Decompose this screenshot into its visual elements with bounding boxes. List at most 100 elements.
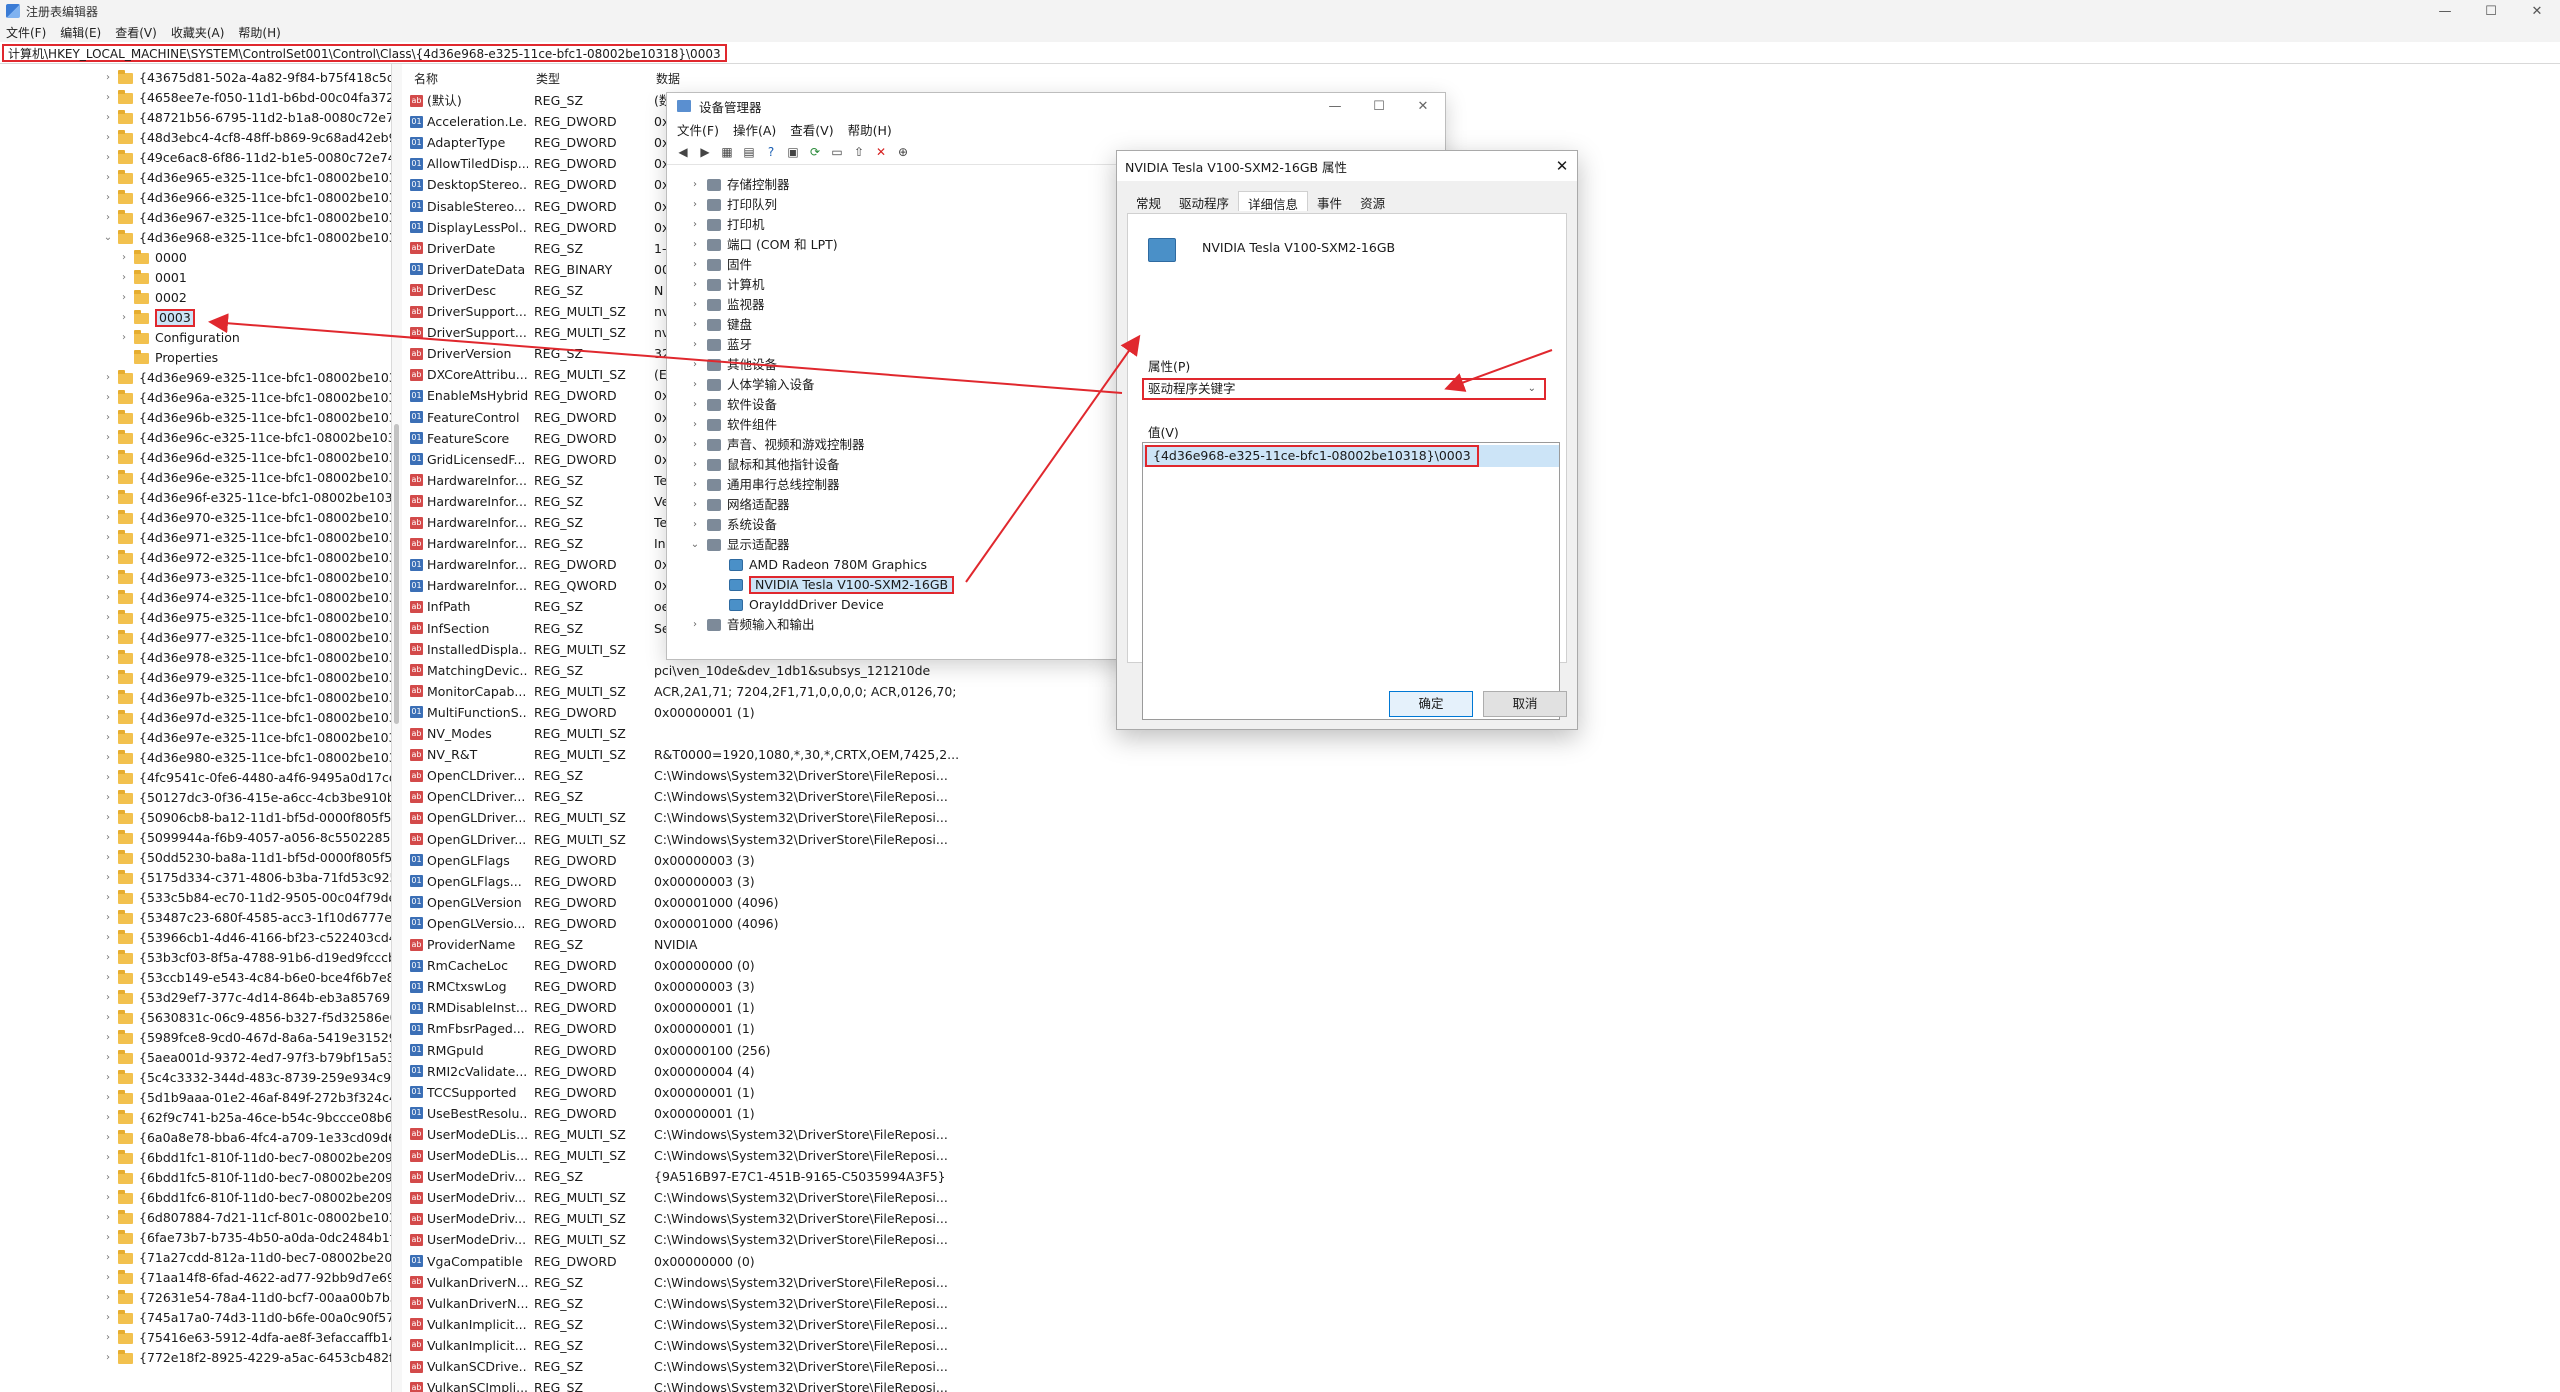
tree-scrollbar[interactable] [392, 64, 402, 1392]
chevron-right-icon[interactable]: › [689, 255, 701, 275]
column-header-data[interactable]: 数据 [656, 70, 680, 88]
chevron-right-icon[interactable]: › [102, 168, 114, 188]
chevron-right-icon[interactable]: › [102, 408, 114, 428]
maximize-button[interactable]: ☐ [2468, 0, 2514, 22]
close-button[interactable]: ✕ [2514, 0, 2560, 22]
chevron-right-icon[interactable]: › [102, 1228, 114, 1248]
chevron-right-icon[interactable]: › [118, 268, 130, 288]
chevron-right-icon[interactable]: › [102, 1328, 114, 1348]
value-row[interactable]: 01 OpenGLVersio... REG_DWORD 0x00001000 (40… [408, 913, 1408, 934]
chevron-right-icon[interactable]: › [102, 188, 114, 208]
menu-file[interactable]: 文件(F) [6, 24, 46, 41]
devmgr-menu-help[interactable]: 帮助(H) [848, 120, 892, 139]
menu-help[interactable]: 帮助(H) [238, 24, 280, 41]
chevron-right-icon[interactable]: › [689, 335, 701, 355]
chevron-right-icon[interactable]: › [102, 148, 114, 168]
device-node[interactable]: › 人体学输入设备 [689, 375, 815, 395]
update-driver-icon[interactable]: ⇧ [851, 144, 867, 160]
tree-node[interactable]: › {4d36e97d-e325-11ce-bfc1-08002be10318} [102, 708, 391, 728]
chevron-right-icon[interactable]: › [102, 1148, 114, 1168]
chevron-right-icon[interactable]: › [102, 468, 114, 488]
value-row[interactable]: ab UserModeDriv... REG_SZ {9A516B97-E7C1-45… [408, 1166, 1408, 1187]
chevron-right-icon[interactable]: › [102, 1248, 114, 1268]
chevron-right-icon[interactable]: › [102, 948, 114, 968]
device-node[interactable]: › 端口 (COM 和 LPT) [689, 235, 838, 255]
chevron-right-icon[interactable]: › [118, 328, 130, 348]
tree-node[interactable]: › {4d36e96d-e325-11ce-bfc1-08002be10318} [102, 448, 391, 468]
menu-favorites[interactable]: 收藏夹(A) [171, 24, 225, 41]
value-row[interactable]: ab OpenCLDriver... REG_SZ C:\Windows\System… [408, 786, 1408, 807]
devmgr-menu-action[interactable]: 操作(A) [733, 120, 776, 139]
tree-node[interactable]: ⌄ {4d36e968-e325-11ce-bfc1-08002be10318} [102, 228, 391, 248]
chevron-right-icon[interactable]: › [689, 355, 701, 375]
device-node[interactable]: › 其他设备 [689, 355, 777, 375]
value-row[interactable]: 01 RMGpuId REG_DWORD 0x00000100 (256) [408, 1040, 1408, 1061]
tree-node[interactable]: › Configuration [118, 328, 240, 348]
device-node[interactable]: › 音频输入和输出 [689, 615, 815, 635]
chevron-right-icon[interactable]: › [102, 108, 114, 128]
chevron-right-icon[interactable]: › [102, 388, 114, 408]
tree-node[interactable]: › {4d36e980-e325-11ce-bfc1-08002be10318} [102, 748, 391, 768]
chevron-right-icon[interactable]: › [689, 515, 701, 535]
chevron-right-icon[interactable]: › [102, 368, 114, 388]
properties-dialog[interactable]: NVIDIA Tesla V100-SXM2-16GB 属性 ✕ 常规 驱动程序… [1116, 150, 1578, 730]
chevron-right-icon[interactable]: › [689, 235, 701, 255]
chevron-right-icon[interactable]: › [102, 1268, 114, 1288]
device-node[interactable]: › 计算机 [689, 275, 765, 295]
tree-node[interactable]: › {50127dc3-0f36-415e-a6cc-4cb3be910b65} [102, 788, 391, 808]
tree-node[interactable]: › {4d36e96f-e325-11ce-bfc1-08002be10318} [102, 488, 391, 508]
tree-node[interactable]: › {6d807884-7d21-11cf-801c-08002be10318} [102, 1208, 391, 1228]
chevron-right-icon[interactable]: › [689, 295, 701, 315]
value-row[interactable]: 01 OpenGLVersion REG_DWORD 0x00001000 (4096… [408, 892, 1408, 913]
chevron-right-icon[interactable]: › [102, 968, 114, 988]
tree-node[interactable]: › {4d36e972-e325-11ce-bfc1-08002be10318} [102, 548, 391, 568]
chevron-right-icon[interactable]: › [689, 435, 701, 455]
chevron-right-icon[interactable]: › [118, 288, 130, 308]
property-select[interactable]: 驱动程序关键字 ⌄ [1142, 378, 1546, 400]
tab-general[interactable]: 常规 [1127, 191, 1170, 211]
download-icon[interactable]: ⊕ [895, 144, 911, 160]
device-node[interactable]: › 打印队列 [689, 195, 777, 215]
chevron-right-icon[interactable]: › [102, 588, 114, 608]
tree-node[interactable]: › {4d36e977-e325-11ce-bfc1-08002be10318} [102, 628, 391, 648]
value-row[interactable]: ab OpenCLDriver... REG_SZ C:\Windows\System… [408, 765, 1408, 786]
chevron-right-icon[interactable]: › [102, 708, 114, 728]
value-row[interactable]: ab UserModeDLis... REG_MULTI_SZ C:\Windows\… [408, 1124, 1408, 1145]
tree-node[interactable]: › {50dd5230-ba8a-11d1-bf5d-0000f805f530} [102, 848, 391, 868]
value-row[interactable]: ab UserModeDriv... REG_MULTI_SZ C:\Windows\… [408, 1187, 1408, 1208]
value-row[interactable]: 01 TCCSupported REG_DWORD 0x00000001 (1) [408, 1082, 1408, 1103]
tree-node[interactable]: › {4658ee7e-f050-11d1-b6bd-00c04fa372a7} [102, 88, 391, 108]
chevron-right-icon[interactable]: › [102, 1168, 114, 1188]
device-node[interactable]: › 键盘 [689, 315, 752, 335]
cancel-button[interactable]: 取消 [1483, 691, 1567, 717]
chevron-right-icon[interactable]: › [689, 375, 701, 395]
tree-node[interactable]: › {4d36e973-e325-11ce-bfc1-08002be10318} [102, 568, 391, 588]
value-row[interactable]: 01 RMCtxswLog REG_DWORD 0x00000003 (3) [408, 976, 1408, 997]
tree-node[interactable]: › {4d36e969-e325-11ce-bfc1-08002be10318} [102, 368, 391, 388]
chevron-right-icon[interactable]: › [102, 1068, 114, 1088]
value-row[interactable]: ab VulkanDriverN... REG_SZ C:\Windows\Syste… [408, 1272, 1408, 1293]
tree-node[interactable]: › {72631e54-78a4-11d0-bcf7-00aa00b7b32a} [102, 1288, 391, 1308]
value-row[interactable]: ab OpenGLDriver... REG_MULTI_SZ C:\Windows\… [408, 829, 1408, 850]
value-list[interactable]: {4d36e968-e325-11ce-bfc1-08002be10318}\0… [1142, 442, 1560, 720]
device-node[interactable]: ⌄ 显示适配器 [689, 535, 790, 555]
back-icon[interactable]: ◀ [675, 144, 691, 160]
device-node[interactable]: › 鼠标和其他指针设备 [689, 455, 840, 475]
chevron-right-icon[interactable]: › [102, 68, 114, 88]
registry-tree[interactable]: › {43675d81-502a-4a82-9f84-b75f418c5dea} ›… [0, 64, 392, 1392]
value-row[interactable]: 01 RmFbsrPaged... REG_DWORD 0x00000001 (1) [408, 1018, 1408, 1039]
menu-edit[interactable]: 编辑(E) [60, 24, 101, 41]
chevron-right-icon[interactable]: › [102, 208, 114, 228]
chevron-right-icon[interactable]: › [102, 428, 114, 448]
tree-node[interactable]: › {6fae73b7-b735-4b50-a0da-0dc2484b1f1a} [102, 1228, 391, 1248]
chevron-right-icon[interactable]: › [102, 548, 114, 568]
chevron-right-icon[interactable]: › [102, 668, 114, 688]
chevron-right-icon[interactable]: › [102, 1008, 114, 1028]
tree-node[interactable]: › {53b3cf03-8f5a-4788-91b6-d19ed9fcccbf} [102, 948, 391, 968]
tree-node[interactable]: › {4d36e965-e325-11ce-bfc1-08002be10318} [102, 168, 391, 188]
device-node-selected[interactable]: NVIDIA Tesla V100-SXM2-16GB [711, 575, 955, 595]
chevron-right-icon[interactable]: › [102, 1308, 114, 1328]
tree-node[interactable]: › 0000 [118, 248, 187, 268]
tree-node[interactable]: › {4d36e96b-e325-11ce-bfc1-08002be10318} [102, 408, 391, 428]
chevron-right-icon[interactable]: › [102, 1348, 114, 1368]
